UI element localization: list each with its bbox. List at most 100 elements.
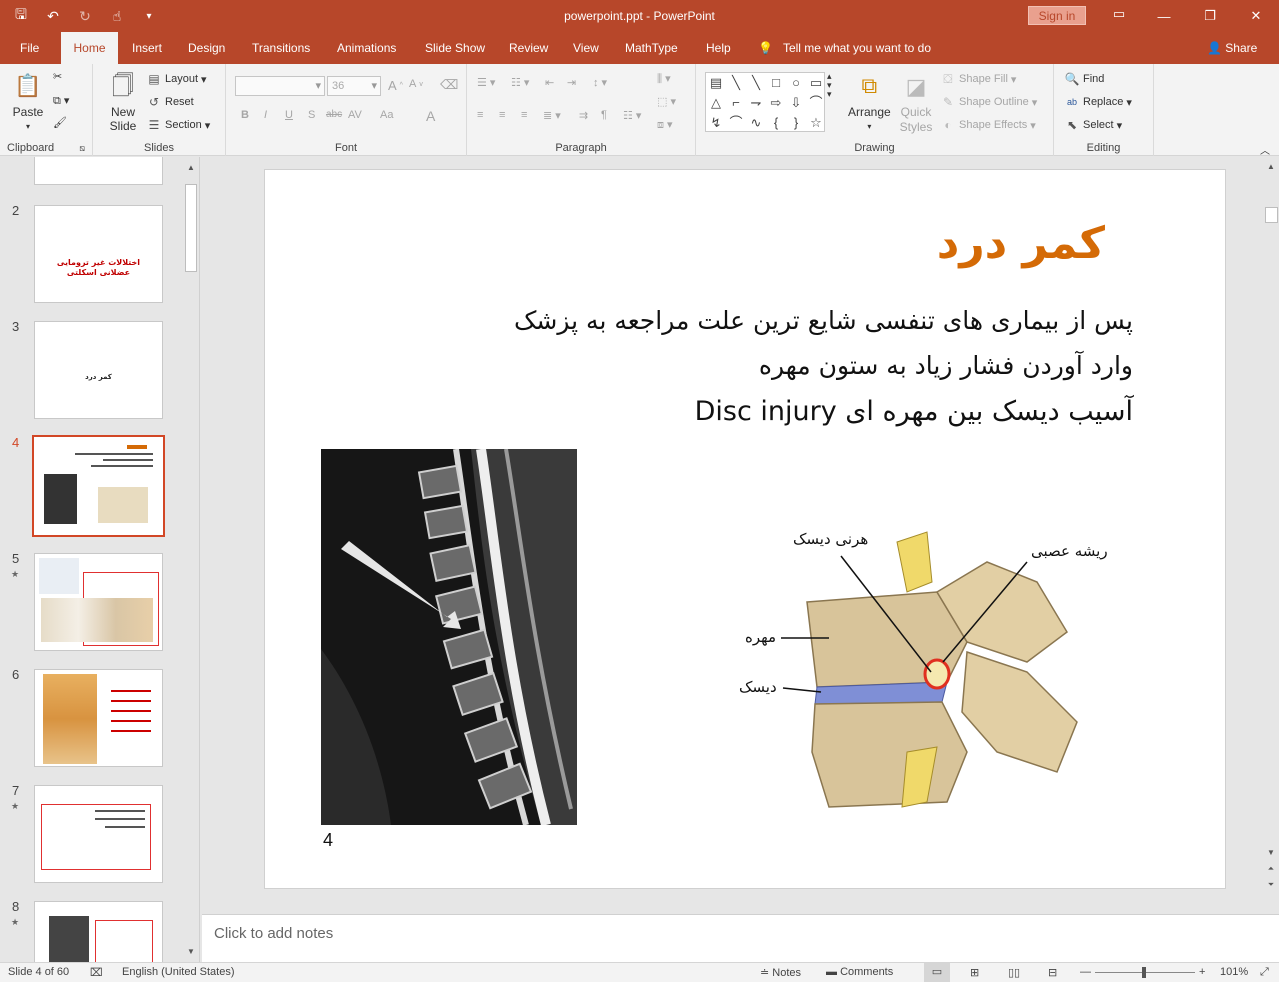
text-direction-icon[interactable]: ⫼ ▾ <box>657 72 671 86</box>
change-case-button[interactable]: Aa <box>380 109 393 121</box>
tab-mathtype[interactable]: MathType <box>615 32 688 64</box>
shapes-scroll-icon[interactable]: ▴ ▾ ▾ <box>827 72 832 99</box>
mri-image[interactable] <box>321 449 577 825</box>
align-text-icon[interactable]: ⬚ ▾ <box>657 95 676 108</box>
slide-thumbnail-3[interactable]: کمر درد <box>34 321 163 419</box>
tab-insert[interactable]: Insert <box>122 32 172 64</box>
tab-home[interactable]: Home <box>61 32 118 64</box>
tab-design[interactable]: Design <box>178 32 235 64</box>
zoom-slider-thumb[interactable] <box>1142 967 1146 978</box>
restore-icon[interactable]: ❐ <box>1187 0 1233 32</box>
strikethrough-button[interactable]: abc <box>326 109 342 120</box>
decrease-font-icon[interactable]: Av <box>409 78 423 90</box>
slide-body-line[interactable]: پس از بیماری های تنفسی شایع ترین علت مرا… <box>514 306 1133 335</box>
tab-view[interactable]: View <box>563 32 609 64</box>
layout-button[interactable]: ▤ Layout ▾ <box>146 71 206 87</box>
share-button[interactable]: 👤 Share <box>1207 32 1257 64</box>
columns-icon[interactable]: ☷ ▾ <box>623 109 641 122</box>
font-color-button[interactable]: A <box>426 108 435 124</box>
copy-icon[interactable]: ⧉ ▾ <box>53 94 69 108</box>
slide-sorter-icon[interactable]: ⊞ <box>970 966 979 979</box>
previous-slide-icon[interactable]: ⏶ <box>1265 863 1277 875</box>
quick-styles-button[interactable]: ◪ Quick Styles <box>898 70 934 135</box>
scroll-thumb[interactable] <box>185 184 197 272</box>
slide-thumbnail-5[interactable] <box>34 553 163 651</box>
shape-fill-button[interactable]: ⛋ Shape Fill ▾ <box>940 71 1016 87</box>
scroll-down-icon[interactable]: ▼ <box>185 946 197 958</box>
thumbnail-scrollbar[interactable]: ▲ ▼ <box>183 160 199 962</box>
italic-button[interactable]: I <box>264 109 267 121</box>
scroll-thumb[interactable] <box>1265 207 1278 223</box>
center-icon[interactable]: ≡ <box>499 109 505 121</box>
comments-button[interactable]: ▬ Comments <box>826 966 893 978</box>
character-spacing-button[interactable]: AV <box>348 109 362 121</box>
spellcheck-icon[interactable]: ⌧ <box>90 966 103 979</box>
increase-indent-icon[interactable]: ⇥ <box>567 76 576 89</box>
reset-button[interactable]: ↺ Reset <box>146 94 194 110</box>
bullets-icon[interactable]: ☰ ▾ <box>477 76 495 89</box>
section-button[interactable]: ☰ Section ▾ <box>146 117 211 133</box>
rtl-icon[interactable]: ¶ <box>601 109 607 121</box>
smartart-icon[interactable]: ⧈ ▾ <box>657 118 673 132</box>
zoom-out-icon[interactable]: — <box>1080 966 1091 978</box>
slide-thumbnail-7[interactable] <box>34 785 163 883</box>
arrange-button[interactable]: ⧉ Arrange ▾ <box>848 70 891 131</box>
slide-scrollbar[interactable]: ▲ ▼ ⏶ ⏷ <box>1264 157 1279 914</box>
align-right-icon[interactable]: ≡ <box>521 109 527 121</box>
ltr-icon[interactable]: ⇉ <box>579 109 588 122</box>
format-painter-icon[interactable]: 🖌 <box>53 116 67 129</box>
increase-font-icon[interactable]: A ^ <box>388 78 403 93</box>
collapse-ribbon-icon[interactable]: ︿ <box>1260 142 1270 157</box>
underline-button[interactable]: U <box>285 109 293 121</box>
tab-help[interactable]: Help <box>696 32 741 64</box>
dialog-launcher-icon[interactable]: ⧅ <box>79 143 85 153</box>
replace-button[interactable]: ab Replace ▾ <box>1064 94 1132 110</box>
numbering-icon[interactable]: ☷ ▾ <box>511 76 529 89</box>
scroll-up-icon[interactable]: ▲ <box>1265 161 1277 173</box>
zoom-level[interactable]: 101% <box>1220 966 1248 978</box>
font-size-combo[interactable]: 36 ▾ <box>327 76 381 96</box>
current-slide[interactable]: کمر درد پس از بیماری های تنفسی شایع ترین… <box>264 169 1226 889</box>
new-slide-button[interactable]: 🗍 New Slide <box>103 70 143 134</box>
cut-icon[interactable]: ✂ <box>53 70 62 83</box>
zoom-in-icon[interactable]: + <box>1199 966 1205 978</box>
tab-file[interactable]: File <box>10 32 49 64</box>
fit-to-window-icon[interactable]: ⤢ <box>1260 966 1269 979</box>
line-spacing-icon[interactable]: ↕ ▾ <box>593 76 607 89</box>
scroll-down-icon[interactable]: ▼ <box>1265 847 1277 859</box>
sign-in-button[interactable]: Sign in <box>1028 6 1086 25</box>
slide-thumbnail-4[interactable] <box>32 435 165 537</box>
tab-review[interactable]: Review <box>499 32 558 64</box>
reading-view-icon[interactable]: ▯▯ <box>1008 966 1020 979</box>
shape-effects-button[interactable]: ◐ Shape Effects ▾ <box>940 117 1035 133</box>
shape-outline-button[interactable]: ✎ Shape Outline ▾ <box>940 94 1037 110</box>
paste-button[interactable]: 📋 Paste ▾ <box>12 70 44 131</box>
tab-slide-show[interactable]: Slide Show <box>415 32 495 64</box>
notes-pane[interactable]: Click to add notes <box>202 914 1279 962</box>
decrease-indent-icon[interactable]: ⇤ <box>545 76 554 89</box>
justify-icon[interactable]: ≣ ▾ <box>543 109 561 122</box>
close-icon[interactable]: ✕ <box>1233 0 1279 32</box>
slide-thumbnail-2[interactable]: اختلالات غیر ترومایی عضلانی اسکلتی <box>34 205 163 303</box>
slide-thumbnail-1[interactable] <box>34 157 163 185</box>
find-button[interactable]: 🔍 Find <box>1064 71 1105 87</box>
tab-transitions[interactable]: Transitions <box>242 32 320 64</box>
tell-me-search[interactable]: 💡 Tell me what you want to do <box>758 32 931 64</box>
spine-diagram-image[interactable]: هرنی دیسک ریشه عصبی مهره دیسک <box>737 522 1121 818</box>
slide-thumbnail-8[interactable] <box>34 901 163 962</box>
select-button[interactable]: ⬉ Select ▾ <box>1064 117 1122 133</box>
slide-body-line[interactable]: آسیب دیسک بین مهره ای Disc injury <box>695 396 1133 427</box>
clear-formatting-icon[interactable]: ⌫ <box>440 77 458 93</box>
slideshow-icon[interactable]: ⊟ <box>1048 966 1057 979</box>
normal-view-icon[interactable]: ▭ <box>924 963 950 982</box>
next-slide-icon[interactable]: ⏷ <box>1265 879 1277 891</box>
tab-animations[interactable]: Animations <box>327 32 406 64</box>
language-indicator[interactable]: English (United States) <box>122 966 235 978</box>
minimize-icon[interactable]: — <box>1141 0 1187 32</box>
bold-button[interactable]: B <box>241 109 249 121</box>
align-left-icon[interactable]: ≡ <box>477 109 483 121</box>
notes-placeholder[interactable]: Click to add notes <box>214 925 333 942</box>
shadow-button[interactable]: S <box>308 109 315 121</box>
slide-body-line[interactable]: وارد آوردن فشار زیاد به ستون مهره <box>759 351 1133 380</box>
notes-button[interactable]: ≐ Notes <box>760 966 801 979</box>
